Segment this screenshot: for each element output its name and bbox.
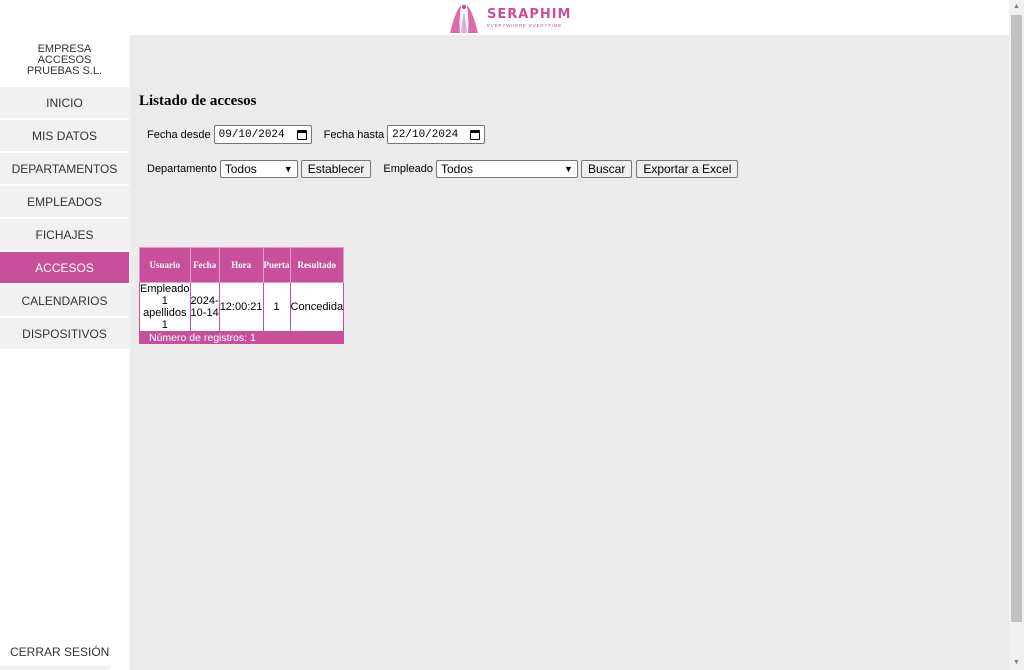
table-cell: 12:00:21 xyxy=(218,282,264,332)
department-label: Departamento xyxy=(147,163,217,175)
column-header: Puerta xyxy=(262,247,291,283)
scrollbar[interactable]: ▲ ▼ xyxy=(1009,0,1024,670)
column-header: Usuario xyxy=(139,247,191,283)
department-value: Todos xyxy=(224,162,257,176)
angel-wings-icon xyxy=(450,4,478,33)
brand-name: SERAPHIM xyxy=(487,7,572,22)
chevron-down-icon: ▼ xyxy=(564,164,573,174)
table-cell: Concedida xyxy=(289,282,345,332)
date-to-input[interactable]: 22/10/2024 xyxy=(387,125,486,144)
date-to-value: 22/10/2024 xyxy=(392,128,459,141)
department-select[interactable]: Todos ▼ xyxy=(219,160,298,178)
set-button[interactable]: Establecer xyxy=(300,160,372,178)
company-line: PRUEBAS S.L. xyxy=(26,65,103,77)
sidebar-item-fichajes[interactable]: FICHAJES xyxy=(0,219,129,252)
scroll-thumb[interactable] xyxy=(1011,15,1022,622)
logout-link[interactable]: CERRAR SESIÓN xyxy=(10,645,109,659)
sidebar-item-dispositivos[interactable]: DISPOSITIVOS xyxy=(0,318,129,351)
top-bar: SERAPHIM EVERYWHERE EVERYTIME xyxy=(0,0,1009,35)
date-to-label: Fecha hasta xyxy=(323,128,385,141)
search-button[interactable]: Buscar xyxy=(580,160,633,178)
sidebar-item-mis-datos[interactable]: MIS DATOS xyxy=(0,120,129,153)
table-cell: 2024-10-14 xyxy=(189,282,220,332)
table-footer-row: Número de registros: 1 xyxy=(138,331,345,344)
sidebar-item-calendarios[interactable]: CALENDARIOS xyxy=(0,285,129,318)
access-table: Usuario Fecha Hora Puerta Resultado Empl… xyxy=(138,247,345,344)
sidebar-item-empleados[interactable]: EMPLEADOS xyxy=(0,186,129,219)
export-excel-button[interactable]: Exportar a Excel xyxy=(636,160,739,178)
company-name: EMPRESA ACCESOS PRUEBAS S.L. xyxy=(0,35,129,87)
employee-value: Todos xyxy=(440,162,473,176)
selection-filter-row: Departamento Todos ▼ Establecer Empleado… xyxy=(147,160,742,178)
sidebar-item-accesos[interactable]: ACCESOS xyxy=(0,252,129,285)
brand-tagline: EVERYWHERE EVERYTIME xyxy=(487,23,563,28)
table-row: Empleado 1 apellidos 1 2024-10-14 12:00:… xyxy=(139,282,345,332)
column-header: Resultado xyxy=(289,247,345,283)
record-count: Número de registros: 1 xyxy=(138,331,345,344)
date-from-value: 09/10/2024 xyxy=(218,128,285,141)
table-cell: 1 xyxy=(262,282,291,332)
sidebar-item-inicio[interactable]: INICIO xyxy=(0,87,129,120)
table-header-row: Usuario Fecha Hora Puerta Resultado xyxy=(139,247,345,283)
scroll-down-icon[interactable]: ▼ xyxy=(1009,656,1024,670)
scroll-up-icon[interactable]: ▲ xyxy=(1009,0,1024,14)
column-header: Hora xyxy=(218,247,264,283)
chevron-down-icon: ▼ xyxy=(283,164,293,174)
logout-divider xyxy=(0,666,110,670)
brand-logo: SERAPHIM EVERYWHERE EVERYTIME xyxy=(447,3,572,33)
calendar-icon[interactable] xyxy=(296,129,307,140)
sidebar-item-departamentos[interactable]: DEPARTAMENTOS xyxy=(0,153,129,186)
sidebar: EMPRESA ACCESOS PRUEBAS S.L. INICIO MIS … xyxy=(0,35,131,670)
date-from-label: Fecha desde xyxy=(147,128,211,141)
employee-label: Empleado xyxy=(383,163,433,175)
page-title: Listado de accesos xyxy=(139,93,257,109)
employee-select[interactable]: Todos ▼ xyxy=(435,160,578,178)
date-from-input[interactable]: 09/10/2024 xyxy=(213,125,312,144)
date-filter-row: Fecha desde 09/10/2024 Fecha hasta 22/10… xyxy=(147,125,497,144)
column-header: Fecha xyxy=(189,247,220,283)
table-cell: Empleado 1 apellidos 1 xyxy=(139,282,191,332)
calendar-icon[interactable] xyxy=(470,129,481,140)
